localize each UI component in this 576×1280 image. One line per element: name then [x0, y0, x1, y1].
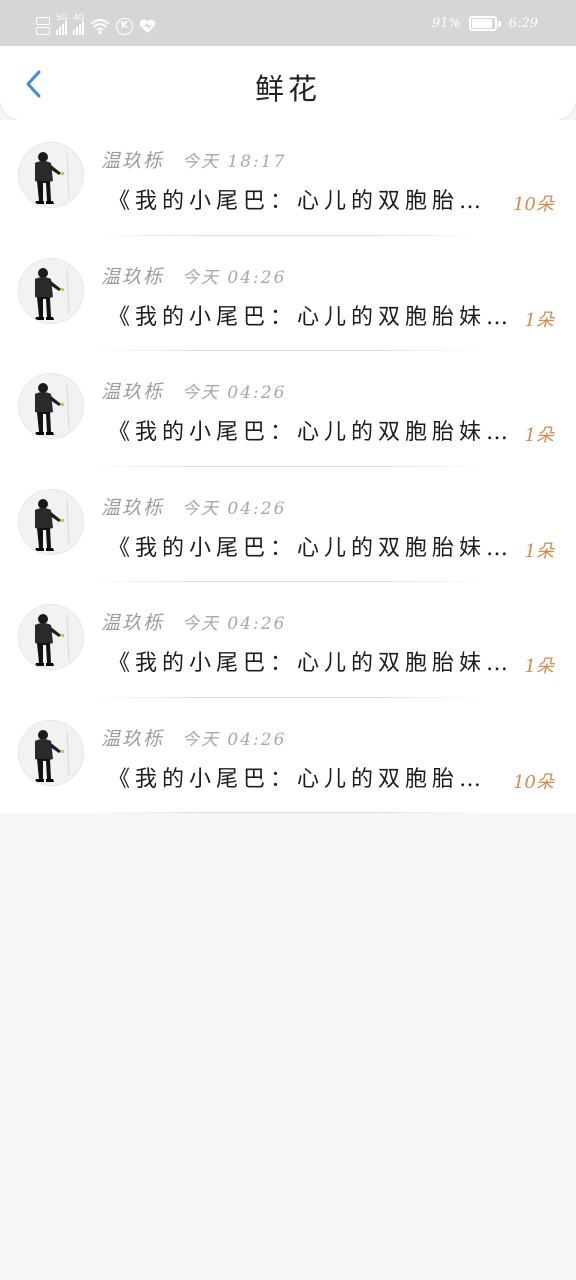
timestamp: 今天 04:26 [182, 383, 287, 403]
avatar[interactable] [18, 488, 84, 555]
list-item[interactable]: 温玖栎 今天 04:26 《我的小尾巴：心儿的双胞胎妹… 1朵 [0, 467, 576, 582]
network-4g-label: 4G [73, 13, 85, 22]
timestamp: 今天 04:26 [182, 267, 287, 288]
timestamp: 今天 18:17 [182, 152, 287, 172]
heart-icon [139, 19, 156, 34]
k-app-notification-icon: K [116, 17, 133, 35]
flower-count: 10朵 [513, 771, 554, 793]
status-bar: 5G 4G K 91% 6:29 [0, 0, 576, 46]
timestamp: 今天 04:26 [182, 614, 287, 634]
status-icons-right: 91% 6:29 [432, 16, 538, 31]
item-meta: 温玖栎 今天 04:26 [101, 608, 286, 635]
flower-count: 1朵 [524, 656, 554, 677]
list-item[interactable]: 温玖栎 今天 04:26 《我的小尾巴：心儿的双胞胎妹… 1朵 [0, 351, 576, 467]
list-item[interactable]: 温玖栎 今天 18:17 《我的小尾巴：心儿的双胞胎… 10朵 [0, 120, 576, 236]
signal-4g-icon: 4G [73, 13, 84, 35]
message-text: 《我的小尾巴：心儿的双胞胎妹… [108, 420, 513, 445]
item-meta: 温玖栎 今天 04:26 [101, 724, 286, 751]
battery-percentage: 91% [431, 16, 461, 31]
avatar[interactable] [18, 604, 84, 670]
sender-name: 温玖栎 [101, 727, 165, 750]
sender-name: 温玖栎 [101, 496, 165, 519]
avatar[interactable] [18, 142, 84, 208]
timestamp: 今天 04:26 [182, 498, 287, 519]
network-5g-label: 5G [56, 13, 68, 22]
flower-count: 1朵 [524, 309, 554, 331]
item-meta: 温玖栎 今天 04:26 [101, 493, 286, 520]
battery-icon [468, 16, 501, 31]
message-text: 《我的小尾巴：心儿的双胞胎… [108, 189, 487, 214]
message-text: 《我的小尾巴：心儿的双胞胎… [108, 766, 487, 792]
list-item[interactable]: 温玖栎 今天 04:26 《我的小尾巴：心儿的双胞胎… 10朵 [0, 698, 576, 813]
item-meta: 温玖栎 今天 18:17 [101, 146, 286, 173]
list-item[interactable]: 温玖栎 今天 04:26 《我的小尾巴：心儿的双胞胎妹… 1朵 [0, 582, 576, 698]
timestamp: 今天 04:26 [182, 729, 287, 750]
wifi-icon [90, 18, 110, 34]
sender-name: 温玖栎 [101, 265, 165, 288]
message-text: 《我的小尾巴：心儿的双胞胎妹… [108, 304, 513, 330]
avatar[interactable] [18, 719, 84, 786]
page-title: 鲜花 [254, 72, 321, 106]
item-meta: 温玖栎 今天 04:26 [101, 377, 286, 404]
sender-name: 温玖栎 [101, 612, 165, 634]
divider [90, 812, 486, 813]
list-item[interactable]: 温玖栎 今天 04:26 《我的小尾巴：心儿的双胞胎妹… 1朵 [0, 236, 576, 351]
avatar[interactable] [18, 373, 84, 439]
status-icons-left: 5G 4G K [36, 13, 156, 38]
sender-name: 温玖栎 [101, 381, 165, 403]
message-text: 《我的小尾巴：心儿的双胞胎妹… [108, 651, 513, 676]
message-text: 《我的小尾巴：心儿的双胞胎妹… [108, 535, 513, 561]
flower-record-list: 温玖栎 今天 18:17 《我的小尾巴：心儿的双胞胎… 10朵 温玖栎 今天 0… [0, 120, 576, 813]
clock: 6:29 [508, 16, 538, 31]
flower-count: 1朵 [524, 425, 554, 446]
flower-count: 10朵 [513, 194, 554, 215]
header-bar: 鲜花 [0, 46, 576, 120]
flower-count: 1朵 [524, 540, 554, 562]
item-meta: 温玖栎 今天 04:26 [101, 262, 286, 289]
sender-name: 温玖栎 [101, 150, 165, 172]
signal-5g-icon: 5G [56, 13, 67, 35]
avatar[interactable] [18, 257, 84, 324]
sim-card-icon [36, 17, 50, 35]
